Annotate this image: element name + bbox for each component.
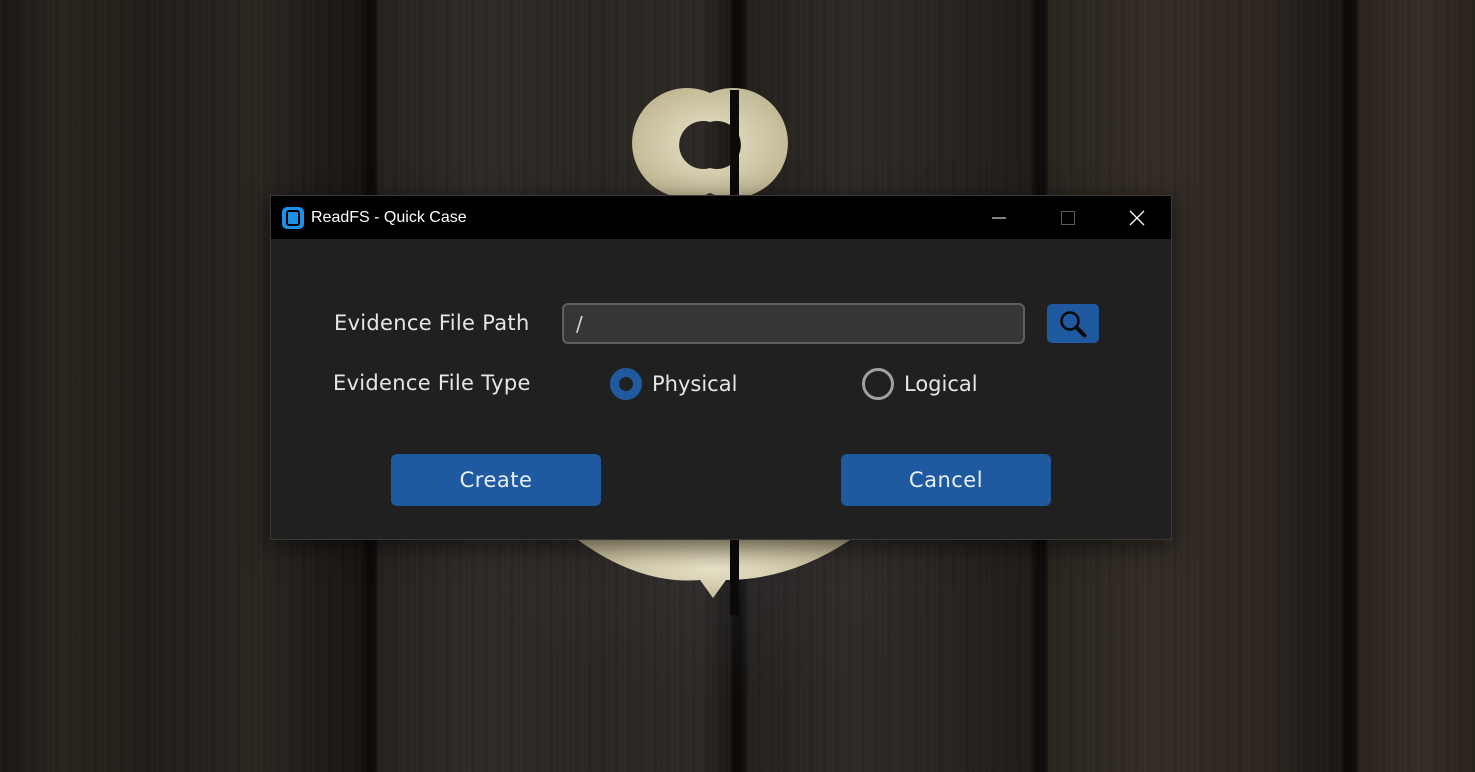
- close-button[interactable]: [1102, 196, 1171, 239]
- cancel-button[interactable]: Cancel: [841, 454, 1051, 506]
- maximize-button[interactable]: [1033, 196, 1102, 239]
- app-icon: [282, 206, 304, 229]
- search-icon: [1060, 310, 1087, 337]
- radio-logical-label[interactable]: Logical: [904, 372, 978, 396]
- radio-physical-indicator[interactable]: [610, 368, 642, 400]
- evidence-path-label: Evidence File Path: [334, 311, 530, 335]
- evidence-type-label: Evidence File Type: [333, 371, 531, 395]
- radio-physical[interactable]: Physical: [610, 368, 737, 400]
- window-controls: [964, 196, 1171, 239]
- close-icon: [1129, 210, 1144, 225]
- maximize-icon: [1060, 210, 1075, 225]
- radio-logical[interactable]: Logical: [862, 368, 978, 400]
- window-title: ReadFS - Quick Case: [311, 208, 467, 226]
- create-button[interactable]: Create: [391, 454, 601, 506]
- radio-physical-label[interactable]: Physical: [652, 372, 737, 396]
- minimize-icon: [991, 217, 1006, 218]
- browse-button[interactable]: [1047, 304, 1099, 343]
- minimize-button[interactable]: [964, 196, 1033, 239]
- radio-logical-indicator[interactable]: [862, 368, 894, 400]
- evidence-path-input[interactable]: [562, 303, 1025, 344]
- quick-case-dialog: ReadFS - Quick Case Evidence File Path /…: [270, 195, 1172, 540]
- title-bar[interactable]: ReadFS - Quick Case: [271, 196, 1171, 239]
